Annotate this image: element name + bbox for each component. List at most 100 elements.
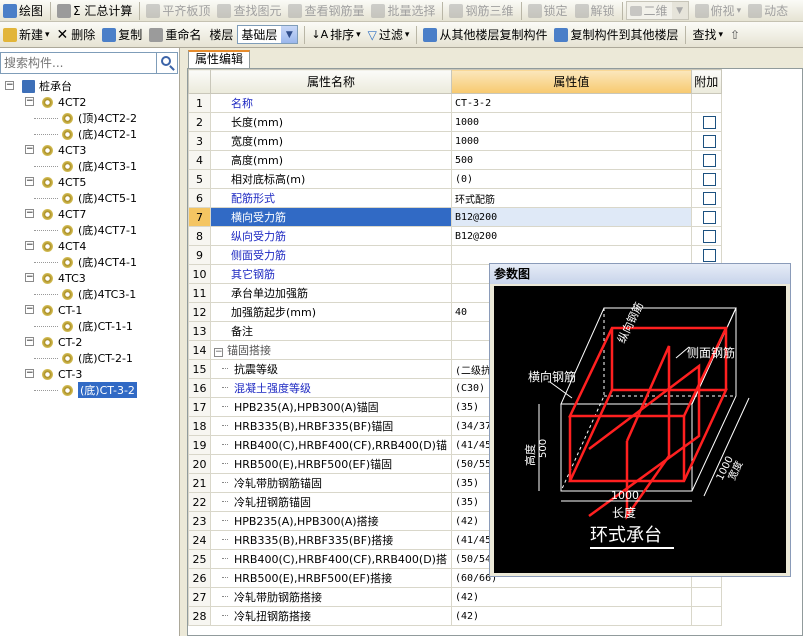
property-name-cell[interactable]: − 锚固搭接 <box>209 340 452 360</box>
toolbar-button-2[interactable]: 平齐板顶 <box>143 1 213 21</box>
tree-item[interactable]: (底)CT-1-1 <box>0 318 178 334</box>
property-name-cell[interactable]: HRB500(E),HRBF500(EF)搭接 <box>209 568 452 588</box>
search-button[interactable] <box>156 53 177 73</box>
property-name-cell[interactable]: 抗震等级 <box>209 359 452 379</box>
toolbar-button-7[interactable]: 锁定 <box>525 1 571 21</box>
filter-button[interactable]: ▽ 过滤 ▾ <box>365 25 413 45</box>
property-value-cell[interactable]: (42) <box>450 587 692 607</box>
floor-select[interactable]: 基础层 ▼ <box>237 25 299 44</box>
tree-item[interactable]: (底)CT-2-1 <box>0 350 178 366</box>
table-row[interactable]: 7 横向受力筋 B12@200 <box>188 207 802 227</box>
table-row[interactable]: 28 冷轧扭钢筋搭接 (42) <box>188 606 802 626</box>
table-row[interactable]: 2 长度(mm) 1000 <box>188 112 802 132</box>
tree-item[interactable]: (底)4CT7-1 <box>0 222 178 238</box>
extra-cell[interactable] <box>690 150 722 170</box>
tab-property-edit[interactable]: 属性编辑 <box>188 50 251 68</box>
tree-group[interactable]: − CT-3 <box>0 366 178 382</box>
tree-item[interactable]: (底)4CT5-1 <box>0 190 178 206</box>
extra-checkbox[interactable] <box>702 191 716 205</box>
property-name-cell[interactable]: 备注 <box>209 321 452 341</box>
tree-group[interactable]: − 4CT2 <box>0 94 178 110</box>
property-name-cell[interactable]: 纵向受力筋 <box>209 226 452 246</box>
rename-button[interactable]: 重命名 <box>146 25 204 45</box>
sort-button[interactable]: ↓A 排序 ▾ <box>308 25 363 45</box>
property-name-cell[interactable]: HPB235(A),HPB300(A)搭接 <box>209 511 452 531</box>
toolbar-button-8[interactable]: 解锁 <box>572 1 618 21</box>
toolbar-button-4[interactable]: 查看钢筋量 <box>285 1 367 21</box>
tree-group[interactable]: − 4CT7 <box>0 206 178 222</box>
property-value-cell[interactable]: B12@200 <box>450 207 692 227</box>
copy-to-floor-button[interactable]: 复制构件到其他楼层 <box>551 25 681 45</box>
extra-checkbox[interactable] <box>702 210 716 224</box>
property-value-cell[interactable]: (0) <box>450 169 692 189</box>
extra-checkbox[interactable] <box>702 115 716 129</box>
property-value-cell[interactable]: CT-3-2 <box>450 93 692 113</box>
property-name-cell[interactable]: 冷轧扭钢筋锚固 <box>209 492 452 512</box>
extra-checkbox[interactable] <box>702 248 716 262</box>
search-input[interactable] <box>1 53 156 73</box>
extra-checkbox[interactable] <box>702 172 716 186</box>
property-name-cell[interactable]: HRB500(E),HRBF500(EF)锚固 <box>209 454 452 474</box>
tree-group[interactable]: − 4CT3 <box>0 142 178 158</box>
table-row[interactable]: 1 名称 CT-3-2 <box>188 93 802 113</box>
table-row[interactable]: 4 高度(mm) 500 <box>188 150 802 170</box>
find-button[interactable]: 查找 ▾ <box>689 25 726 45</box>
property-value-cell[interactable]: 1000 <box>450 112 692 132</box>
property-value-cell[interactable]: 环式配筋 <box>450 188 692 208</box>
param-window-title[interactable]: 参数图 <box>490 264 790 284</box>
table-row[interactable]: 8 纵向受力筋 B12@200 <box>188 226 802 246</box>
tree-item[interactable]: (顶)4CT2-2 <box>0 110 178 126</box>
collapse-icon[interactable]: − <box>213 348 223 357</box>
tree-group[interactable]: − CT-1 <box>0 302 178 318</box>
extra-cell[interactable] <box>690 226 722 246</box>
tree-item[interactable]: (底)4CT4-1 <box>0 254 178 270</box>
table-row[interactable]: 9 侧面受力筋 <box>188 245 802 265</box>
extra-checkbox[interactable] <box>702 134 716 148</box>
property-value-cell[interactable]: B12@200 <box>450 226 692 246</box>
tree-root[interactable]: − 桩承台 <box>0 78 178 94</box>
property-name-cell[interactable]: 冷轧带肋钢筋搭接 <box>209 587 452 607</box>
extra-checkbox[interactable] <box>702 153 716 167</box>
property-value-cell[interactable]: 500 <box>450 150 692 170</box>
column-header-extra[interactable]: 附加 <box>690 69 722 94</box>
property-name-cell[interactable]: 承台单边加强筋 <box>209 283 452 303</box>
view-dimension-select[interactable]: 二维 ▼ <box>625 1 689 20</box>
property-value-cell[interactable] <box>450 245 692 265</box>
extra-cell[interactable] <box>690 112 722 132</box>
extra-cell[interactable] <box>690 245 722 265</box>
toolbar-button-5[interactable]: 批量选择 <box>368 1 438 21</box>
new-button[interactable]: 新建 ▾ <box>0 25 53 45</box>
collapse-icon[interactable]: − <box>25 241 34 250</box>
tree-item[interactable]: (底)CT-3-2 <box>0 382 178 398</box>
extra-cell[interactable] <box>690 207 722 227</box>
property-name-cell[interactable]: 长度(mm) <box>209 112 452 132</box>
extra-cell[interactable] <box>690 169 722 189</box>
property-name-cell[interactable]: 相对底标高(m) <box>209 169 452 189</box>
param-diagram-window[interactable]: 参数图 纵向钢筋 侧面钢筋 横向钢筋 高度 500 1000 长度 1000 宽… <box>489 263 791 577</box>
table-row[interactable]: 6 配筋形式 环式配筋 <box>188 188 802 208</box>
tree-item[interactable]: (底)4CT3-1 <box>0 158 178 174</box>
collapse-icon[interactable]: − <box>25 273 34 282</box>
extra-cell[interactable] <box>690 188 722 208</box>
property-name-cell[interactable]: 高度(mm) <box>209 150 452 170</box>
collapse-icon[interactable]: − <box>25 209 34 218</box>
table-row[interactable]: 3 宽度(mm) 1000 <box>188 131 802 151</box>
copy-from-floor-button[interactable]: 从其他楼层复制构件 <box>420 25 550 45</box>
property-name-cell[interactable]: HRB400(C),HRBF400(CF),RRB400(D)锚 <box>209 435 452 455</box>
property-value-cell[interactable]: (42) <box>450 606 692 626</box>
property-name-cell[interactable]: 宽度(mm) <box>209 131 452 151</box>
extra-checkbox[interactable] <box>702 229 716 243</box>
property-name-cell[interactable]: 加强筋起步(mm) <box>209 302 452 322</box>
collapse-icon[interactable]: − <box>25 369 34 378</box>
property-name-cell[interactable]: 冷轧扭钢筋搭接 <box>209 606 452 626</box>
view-mode-button[interactable]: 俯视 ▾ <box>692 1 745 21</box>
collapse-icon[interactable]: − <box>25 305 34 314</box>
property-name-cell[interactable]: 配筋形式 <box>209 188 452 208</box>
toolbar-button-0[interactable]: 绘图 <box>0 1 46 21</box>
property-name-cell[interactable]: 名称 <box>209 93 452 113</box>
property-name-cell[interactable]: 侧面受力筋 <box>209 245 452 265</box>
copy-button[interactable]: 复制 <box>99 25 145 45</box>
tree-item[interactable]: (底)4TC3-1 <box>0 286 178 302</box>
extra-cell[interactable] <box>690 131 722 151</box>
tree-group[interactable]: − 4CT5 <box>0 174 178 190</box>
